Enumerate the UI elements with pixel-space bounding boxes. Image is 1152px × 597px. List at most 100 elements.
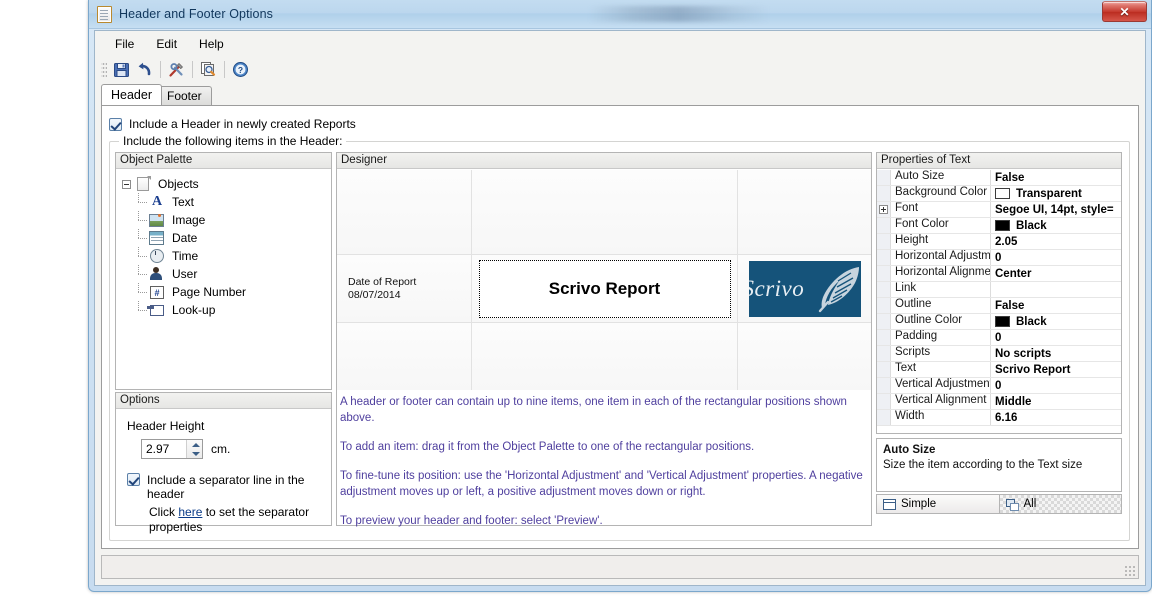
tools-button[interactable] xyxy=(165,59,188,81)
tree-item-image[interactable]: Image xyxy=(122,211,331,229)
scrivo-logo[interactable]: Scrivo xyxy=(748,260,861,317)
property-value[interactable]: 0 xyxy=(991,250,1121,265)
preview-icon xyxy=(201,62,216,76)
property-row-link[interactable]: Link xyxy=(877,282,1121,298)
include-header-label: Include a Header in newly created Report… xyxy=(129,117,356,131)
close-button[interactable]: ✕ xyxy=(1102,1,1147,22)
toolbar-grip[interactable] xyxy=(101,61,107,78)
property-value-cell[interactable]: Black xyxy=(991,218,1121,233)
designer-cell-bottom-right[interactable] xyxy=(738,323,871,390)
expander-icon[interactable] xyxy=(122,179,131,189)
undo-button[interactable] xyxy=(133,59,156,81)
property-name: Outline Color xyxy=(891,314,991,329)
property-row-font[interactable]: Font Segoe UI, 14pt, style= xyxy=(877,202,1121,218)
toolbar-separator xyxy=(160,61,161,78)
property-value[interactable]: Segoe UI, 14pt, style= xyxy=(991,202,1121,217)
property-row-padding[interactable]: Padding 0 xyxy=(877,330,1121,346)
property-row-horizontal-adjustment[interactable]: Horizontal Adjustme 0 xyxy=(877,250,1121,266)
expand-icon[interactable] xyxy=(879,205,888,214)
property-view-tab-simple[interactable]: Simple xyxy=(876,494,1000,514)
include-header-checkbox-row[interactable]: Include a Header in newly created Report… xyxy=(109,117,356,131)
separator-checkbox-row[interactable]: Include a separator line in the header xyxy=(127,473,331,501)
menu-file[interactable]: File xyxy=(105,34,144,54)
property-row-vertical-adjustment[interactable]: Vertical Adjustment 0 xyxy=(877,378,1121,394)
designer-cell-top-right[interactable] xyxy=(738,170,871,255)
property-row-background-color[interactable]: Background Color Transparent xyxy=(877,186,1121,202)
tree-item-label: Time xyxy=(172,249,199,263)
tree-item-page-number[interactable]: # Page Number xyxy=(122,283,331,301)
property-value[interactable]: Middle xyxy=(991,394,1121,409)
property-row-scripts[interactable]: Scripts No scripts xyxy=(877,346,1121,362)
property-row-horizontal-alignment[interactable]: Horizontal Alignmen Center xyxy=(877,266,1121,282)
designer-cell-top-left[interactable] xyxy=(337,170,472,255)
tab-header[interactable]: Header xyxy=(101,84,162,105)
object-tree[interactable]: Objects A Text Image Date Time User # Pa… xyxy=(116,169,331,319)
separator-checkbox[interactable] xyxy=(127,473,140,486)
preview-button[interactable] xyxy=(197,59,220,81)
property-row-height[interactable]: Height 2.05 xyxy=(877,234,1121,250)
report-title-item[interactable]: Scrivo Report xyxy=(478,259,731,318)
tree-connector xyxy=(136,193,149,211)
header-height-input[interactable]: 2.97 xyxy=(142,442,186,456)
logo-wordmark: Scrivo xyxy=(748,275,805,301)
property-row-width[interactable]: Width 6.16 xyxy=(877,410,1121,426)
help-button[interactable]: ? xyxy=(229,59,252,81)
property-value[interactable]: Center xyxy=(991,266,1121,281)
property-row-vertical-alignment[interactable]: Vertical Alignment Middle xyxy=(877,394,1121,410)
stepper-up-icon[interactable] xyxy=(187,440,202,449)
designer-cell-middle-left[interactable]: Date of Report 08/07/2014 xyxy=(337,255,472,323)
property-value[interactable]: False xyxy=(991,170,1121,185)
tree-item-label: Text xyxy=(172,195,195,209)
property-value[interactable]: No scripts xyxy=(991,346,1121,361)
dialog-window: Header and Footer Options ✕ File Edit He… xyxy=(88,0,1152,592)
property-value[interactable]: Scrivo Report xyxy=(991,362,1121,377)
title-bar[interactable]: Header and Footer Options ✕ xyxy=(89,0,1151,29)
menu-edit[interactable]: Edit xyxy=(146,34,187,54)
property-row-text[interactable]: Text Scrivo Report xyxy=(877,362,1121,378)
designer-cell-bottom-left[interactable] xyxy=(337,323,472,390)
designer-cell-top-center[interactable] xyxy=(472,170,738,255)
property-value[interactable]: False xyxy=(991,298,1121,313)
tree-item-user[interactable]: User xyxy=(122,265,331,283)
property-value[interactable] xyxy=(991,282,1121,297)
tab-footer[interactable]: Footer xyxy=(157,86,212,105)
property-value[interactable]: 0 xyxy=(991,330,1121,345)
tree-item-text[interactable]: A Text xyxy=(122,193,331,211)
stepper-buttons[interactable] xyxy=(186,440,202,458)
property-value-cell[interactable]: Transparent xyxy=(991,186,1121,201)
designer-cell-middle-right[interactable]: Scrivo xyxy=(738,255,871,323)
property-row-outline[interactable]: Outline False xyxy=(877,298,1121,314)
property-row-auto-size[interactable]: Auto Size False xyxy=(877,170,1121,186)
property-value[interactable]: 0 xyxy=(991,378,1121,393)
stepper-down-icon[interactable] xyxy=(187,449,202,458)
designer-cell-bottom-center[interactable] xyxy=(472,323,738,390)
designer-cell-middle-center[interactable]: Scrivo Report xyxy=(472,255,738,323)
properties-panel: Properties of Text Auto Size False Backg… xyxy=(876,152,1122,434)
save-icon xyxy=(114,63,129,77)
object-palette-panel: Object Palette Objects A Text Image Date… xyxy=(115,152,332,390)
tab-strip: Header Footer xyxy=(101,84,1145,105)
tree-item-time[interactable]: Time xyxy=(122,247,331,265)
toolbar: ? xyxy=(95,56,1145,83)
tree-item-date[interactable]: Date xyxy=(122,229,331,247)
include-header-checkbox[interactable] xyxy=(109,117,122,131)
background-artifact xyxy=(589,6,769,22)
property-value-cell[interactable]: Black xyxy=(991,314,1121,329)
header-height-stepper[interactable]: 2.97 xyxy=(141,439,203,459)
property-view-tab-all[interactable]: All xyxy=(999,494,1122,514)
tree-node-objects[interactable]: Objects xyxy=(122,175,331,193)
property-row-outline-color[interactable]: Outline Color Black xyxy=(877,314,1121,330)
save-button[interactable] xyxy=(110,59,133,81)
separator-properties-link[interactable]: here xyxy=(178,505,202,519)
menu-help[interactable]: Help xyxy=(189,34,234,54)
toolbar-separator xyxy=(192,61,193,78)
property-value[interactable]: 6.16 xyxy=(991,410,1121,425)
tree-connector xyxy=(136,283,149,301)
property-row-font-color[interactable]: Font Color Black xyxy=(877,218,1121,234)
property-name: Scripts xyxy=(891,346,991,361)
property-value[interactable]: 2.05 xyxy=(991,234,1121,249)
user-icon xyxy=(149,266,165,282)
properties-grid[interactable]: Auto Size False Background Color Transpa… xyxy=(877,170,1121,433)
tree-item-look-up[interactable]: Look-up xyxy=(122,301,331,319)
resize-grip[interactable] xyxy=(1123,564,1135,576)
